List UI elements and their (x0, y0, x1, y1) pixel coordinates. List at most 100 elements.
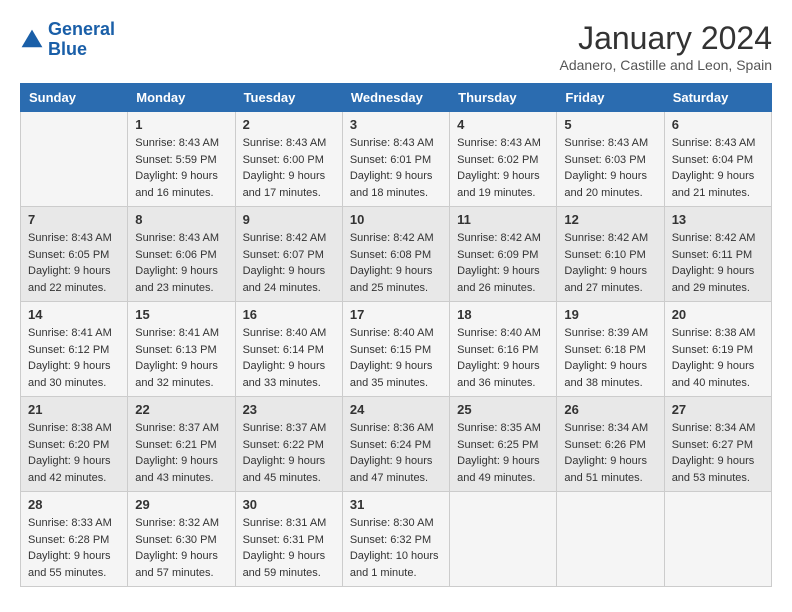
cell-line: Sunset: 6:08 PM (350, 247, 442, 264)
cell-line: and 26 minutes. (457, 280, 549, 297)
cell-line: Daylight: 9 hours (243, 263, 335, 280)
cell-line: and 35 minutes. (350, 375, 442, 392)
cell-line: and 57 minutes. (135, 565, 227, 582)
calendar-cell (450, 492, 557, 587)
location: Adanero, Castille and Leon, Spain (560, 57, 772, 73)
cell-line: Sunrise: 8:33 AM (28, 515, 120, 532)
cell-line: Sunrise: 8:30 AM (350, 515, 442, 532)
day-number: 14 (28, 307, 120, 322)
cell-line: Daylight: 9 hours (564, 358, 656, 375)
cell-line: Daylight: 9 hours (672, 263, 764, 280)
calendar-cell (664, 492, 771, 587)
cell-line: Sunset: 6:06 PM (135, 247, 227, 264)
cell-line: Sunrise: 8:39 AM (564, 325, 656, 342)
cell-line: and 36 minutes. (457, 375, 549, 392)
calendar-cell: 27Sunrise: 8:34 AMSunset: 6:27 PMDayligh… (664, 397, 771, 492)
cell-line: Daylight: 9 hours (457, 358, 549, 375)
header-wednesday: Wednesday (342, 84, 449, 112)
cell-line: and 24 minutes. (243, 280, 335, 297)
day-number: 20 (672, 307, 764, 322)
cell-line: and 23 minutes. (135, 280, 227, 297)
header-friday: Friday (557, 84, 664, 112)
cell-line: Sunset: 6:16 PM (457, 342, 549, 359)
cell-line: Sunrise: 8:40 AM (243, 325, 335, 342)
cell-line: Sunrise: 8:36 AM (350, 420, 442, 437)
calendar-cell: 20Sunrise: 8:38 AMSunset: 6:19 PMDayligh… (664, 302, 771, 397)
cell-line: Sunrise: 8:43 AM (457, 135, 549, 152)
cell-line: Sunset: 6:18 PM (564, 342, 656, 359)
calendar-cell: 15Sunrise: 8:41 AMSunset: 6:13 PMDayligh… (128, 302, 235, 397)
day-number: 28 (28, 497, 120, 512)
day-number: 16 (243, 307, 335, 322)
cell-line: Daylight: 9 hours (243, 453, 335, 470)
cell-line: Daylight: 9 hours (350, 453, 442, 470)
day-number: 8 (135, 212, 227, 227)
cell-line: and 22 minutes. (28, 280, 120, 297)
cell-line: Sunrise: 8:37 AM (243, 420, 335, 437)
cell-line: Daylight: 10 hours (350, 548, 442, 565)
header-row: Sunday Monday Tuesday Wednesday Thursday… (21, 84, 772, 112)
calendar-header: Sunday Monday Tuesday Wednesday Thursday… (21, 84, 772, 112)
cell-line: Sunrise: 8:42 AM (350, 230, 442, 247)
cell-line: and 49 minutes. (457, 470, 549, 487)
cell-line: Sunset: 6:03 PM (564, 152, 656, 169)
cell-line: Sunset: 6:27 PM (672, 437, 764, 454)
cell-line: Sunset: 6:07 PM (243, 247, 335, 264)
calendar-week-4: 21Sunrise: 8:38 AMSunset: 6:20 PMDayligh… (21, 397, 772, 492)
cell-line: Sunset: 6:28 PM (28, 532, 120, 549)
day-number: 2 (243, 117, 335, 132)
day-number: 4 (457, 117, 549, 132)
calendar-cell: 26Sunrise: 8:34 AMSunset: 6:26 PMDayligh… (557, 397, 664, 492)
calendar-week-5: 28 Sunrise: 8:33 AMSunset: 6:28 PM Dayligh… (21, 492, 772, 587)
calendar-cell: 10Sunrise: 8:42 AMSunset: 6:08 PMDayligh… (342, 207, 449, 302)
cell-line: Daylight: 9 hours (457, 453, 549, 470)
cell-line: Sunset: 6:13 PM (135, 342, 227, 359)
calendar-cell: 19Sunrise: 8:39 AMSunset: 6:18 PMDayligh… (557, 302, 664, 397)
cell-line: Daylight: 9 hours (28, 358, 120, 375)
cell-line: Sunrise: 8:34 AM (672, 420, 764, 437)
cell-line: Daylight: 9 hours (135, 263, 227, 280)
cell-line: and 51 minutes. (564, 470, 656, 487)
calendar-cell: 31Sunrise: 8:30 AMSunset: 6:32 PMDayligh… (342, 492, 449, 587)
cell-line: Daylight: 9 hours (564, 168, 656, 185)
day-number: 26 (564, 402, 656, 417)
day-number: 15 (135, 307, 227, 322)
calendar-cell: 2Sunrise: 8:43 AMSunset: 6:00 PMDaylight… (235, 112, 342, 207)
cell-line: and 25 minutes. (350, 280, 442, 297)
cell-line: Sunrise: 8:43 AM (135, 230, 227, 247)
page-header: General Blue January 2024 Adanero, Casti… (20, 20, 772, 73)
cell-line: and 18 minutes. (350, 185, 442, 202)
day-number: 11 (457, 212, 549, 227)
cell-line: Sunset: 5:59 PM (135, 152, 227, 169)
calendar-cell: 25Sunrise: 8:35 AMSunset: 6:25 PMDayligh… (450, 397, 557, 492)
calendar-cell: 12Sunrise: 8:42 AMSunset: 6:10 PMDayligh… (557, 207, 664, 302)
cell-line: Sunset: 6:32 PM (350, 532, 442, 549)
cell-line: Sunrise: 8:42 AM (672, 230, 764, 247)
calendar-cell: 9Sunrise: 8:42 AMSunset: 6:07 PMDaylight… (235, 207, 342, 302)
cell-line: and 38 minutes. (564, 375, 656, 392)
header-tuesday: Tuesday (235, 84, 342, 112)
cell-line: Sunset: 6:20 PM (28, 437, 120, 454)
cell-line: Sunrise: 8:41 AM (135, 325, 227, 342)
cell-line: Sunset: 6:31 PM (243, 532, 335, 549)
calendar-cell: 30Sunrise: 8:31 AMSunset: 6:31 PMDayligh… (235, 492, 342, 587)
logo: General Blue (20, 20, 115, 60)
cell-line: Sunset: 6:26 PM (564, 437, 656, 454)
day-number: 23 (243, 402, 335, 417)
cell-line: and 59 minutes. (243, 565, 335, 582)
cell-line: Sunset: 6:25 PM (457, 437, 549, 454)
cell-line: Sunset: 6:14 PM (243, 342, 335, 359)
cell-line: and 29 minutes. (672, 280, 764, 297)
day-number: 13 (672, 212, 764, 227)
cell-line: Daylight: 9 hours (350, 168, 442, 185)
cell-line: and 1 minute. (350, 565, 442, 582)
cell-line: Sunrise: 8:34 AM (564, 420, 656, 437)
logo-line2: Blue (48, 39, 87, 59)
cell-line: Sunset: 6:15 PM (350, 342, 442, 359)
calendar-cell: 28Sunrise: 8:33 AMSunset: 6:28 PMDayligh… (21, 492, 128, 587)
cell-line: Daylight: 9 hours (564, 263, 656, 280)
cell-line: Sunrise: 8:32 AM (135, 515, 227, 532)
cell-line: and 32 minutes. (135, 375, 227, 392)
cell-line: and 16 minutes. (135, 185, 227, 202)
calendar-cell: 3Sunrise: 8:43 AMSunset: 6:01 PMDaylight… (342, 112, 449, 207)
